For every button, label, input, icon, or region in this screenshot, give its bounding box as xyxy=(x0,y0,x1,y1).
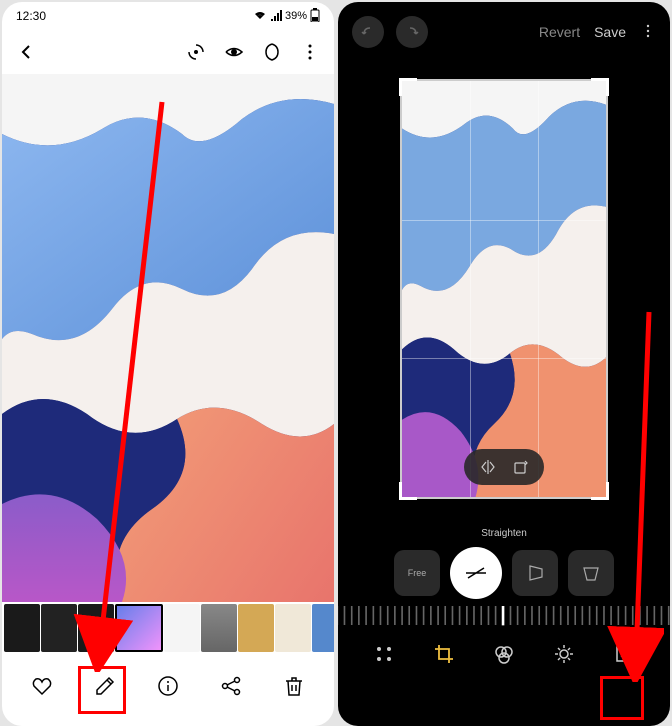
undo-button[interactable] xyxy=(352,16,384,48)
editor-bottom-bar xyxy=(338,627,670,681)
battery-text: 39% xyxy=(285,10,307,22)
main-image[interactable] xyxy=(2,74,334,602)
straighten-label: Straighten xyxy=(338,528,670,539)
annotation-highlight xyxy=(600,676,644,720)
filter-icon[interactable] xyxy=(490,640,518,668)
back-button[interactable] xyxy=(14,40,38,64)
straighten-button[interactable] xyxy=(450,547,502,599)
crop-handle[interactable] xyxy=(591,78,609,96)
thumbnail-active[interactable] xyxy=(115,604,163,652)
sticker-icon[interactable] xyxy=(610,640,638,668)
viewer-bottom-bar xyxy=(2,654,334,718)
more-icon[interactable] xyxy=(640,23,656,42)
editor-top-bar: Revert Save xyxy=(338,8,670,56)
signal-icon xyxy=(270,9,282,24)
crop-frame[interactable] xyxy=(400,79,608,499)
remaster-icon[interactable] xyxy=(260,40,284,64)
perspective-h-button[interactable] xyxy=(512,550,558,596)
redo-button[interactable] xyxy=(396,16,428,48)
thumbnail-strip[interactable] xyxy=(2,602,334,654)
pencil-icon[interactable] xyxy=(93,674,117,698)
eye-icon[interactable] xyxy=(222,40,246,64)
heart-icon[interactable] xyxy=(30,674,54,698)
viewer-top-bar xyxy=(2,30,334,74)
trash-icon[interactable] xyxy=(282,674,306,698)
flip-controls xyxy=(464,449,544,485)
crop-handle[interactable] xyxy=(399,78,417,96)
gallery-viewer-screen: 12:30 39% xyxy=(2,2,334,726)
thumbnail[interactable] xyxy=(201,604,237,652)
crop-handle[interactable] xyxy=(591,482,609,500)
revert-button[interactable]: Revert xyxy=(539,24,580,40)
thumbnail[interactable] xyxy=(78,604,114,652)
thumbnail[interactable] xyxy=(4,604,40,652)
battery-icon xyxy=(310,8,320,25)
save-button[interactable]: Save xyxy=(594,24,626,40)
status-indicators: 39% xyxy=(253,8,320,25)
crop-icon[interactable] xyxy=(430,640,458,668)
thumbnail[interactable] xyxy=(312,604,334,652)
crop-area[interactable] xyxy=(338,56,670,522)
perspective-v-button[interactable] xyxy=(568,550,614,596)
wifi-icon xyxy=(253,9,267,24)
thumbnail[interactable] xyxy=(164,604,200,652)
editor-screen: Revert Save xyxy=(338,2,670,726)
angle-ruler[interactable]: ||||||||||||||||||||||||||||||||||||||||… xyxy=(338,603,670,627)
crop-handle[interactable] xyxy=(399,482,417,500)
status-time: 12:30 xyxy=(16,9,46,23)
status-bar: 12:30 39% xyxy=(2,2,334,30)
more-icon[interactable] xyxy=(298,40,322,64)
transform-controls: Free xyxy=(338,543,670,603)
thumbnail[interactable] xyxy=(275,604,311,652)
flip-horizontal-icon[interactable] xyxy=(476,455,500,479)
bixby-vision-icon[interactable] xyxy=(184,40,208,64)
grid-icon[interactable] xyxy=(370,640,398,668)
free-ratio-button[interactable]: Free xyxy=(394,550,440,596)
thumbnail[interactable] xyxy=(41,604,77,652)
info-icon[interactable] xyxy=(156,674,180,698)
thumbnail[interactable] xyxy=(238,604,274,652)
rotate-icon[interactable] xyxy=(508,455,532,479)
share-icon[interactable] xyxy=(219,674,243,698)
brightness-icon[interactable] xyxy=(550,640,578,668)
